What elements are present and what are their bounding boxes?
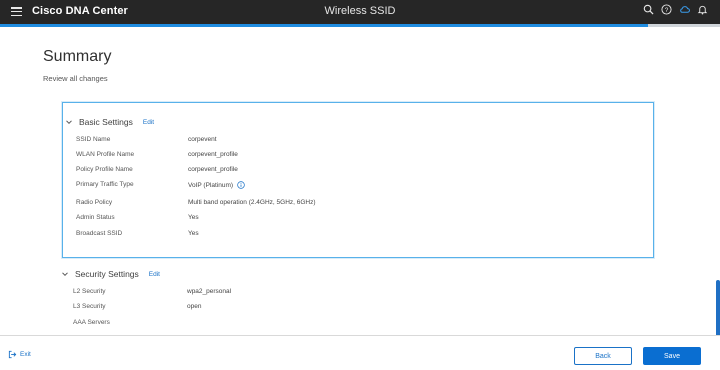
radio-policy-value: Multi band operation (2.4GHz, 5GHz, 6GHz… — [188, 199, 316, 206]
admin-status-value: Yes — [188, 214, 199, 221]
page-heading: Wireless SSID — [324, 5, 396, 17]
broadcast-ssid-value: Yes — [188, 230, 199, 237]
radio-policy-label: Radio Policy — [76, 199, 113, 206]
broadcast-ssid-label: Broadcast SSID — [76, 230, 123, 237]
save-button[interactable]: Save — [643, 347, 701, 365]
policy-profile-name-value: corpevent_profile — [188, 166, 238, 173]
progress-bar-fill — [0, 24, 648, 27]
back-button[interactable]: Back — [574, 347, 632, 365]
security-settings-header: Security Settings Edit — [61, 269, 160, 279]
exit-link[interactable]: Exit — [8, 350, 31, 359]
l3-security-value: open — [187, 303, 202, 310]
page-title: Summary — [43, 48, 112, 65]
aaa-servers-label: AAA Servers — [73, 319, 110, 326]
header-icons: ? — [643, 4, 708, 15]
svg-text:?: ? — [665, 7, 669, 14]
ssid-name-value: corpevent — [188, 136, 217, 143]
l2-security-label: L2 Security — [73, 288, 106, 295]
basic-settings-edit-link[interactable]: Edit — [143, 119, 154, 126]
page-subtitle: Review all changes — [43, 74, 108, 83]
top-bar: Cisco DNA Center Wireless SSID ? — [0, 0, 720, 24]
chevron-down-icon[interactable] — [61, 270, 69, 278]
exit-label: Exit — [20, 351, 31, 358]
info-icon[interactable] — [237, 181, 245, 189]
l3-security-label: L3 Security — [73, 303, 106, 310]
primary-traffic-type-text: VoIP (Platinum) — [188, 181, 234, 189]
cloud-icon[interactable] — [679, 4, 690, 15]
wlan-profile-name-label: WLAN Profile Name — [76, 151, 135, 158]
chevron-down-icon[interactable] — [65, 118, 73, 126]
l2-security-value: wpa2_personal — [187, 288, 232, 295]
exit-icon — [8, 350, 17, 359]
basic-settings-label: Basic Settings — [79, 117, 133, 127]
policy-profile-name-label: Policy Profile Name — [76, 166, 133, 173]
ssid-name-label: SSID Name — [76, 136, 111, 143]
admin-status-label: Admin Status — [76, 214, 115, 221]
wlan-profile-name-value: corpevent_profile — [188, 151, 238, 158]
bell-icon[interactable] — [697, 4, 708, 15]
basic-settings-header: Basic Settings Edit — [65, 117, 154, 127]
primary-traffic-type-label: Primary Traffic Type — [76, 181, 134, 188]
progress-bar — [0, 24, 720, 27]
footer-bar: Exit Back Save — [0, 335, 720, 370]
security-settings-edit-link[interactable]: Edit — [149, 271, 160, 278]
primary-traffic-type-value: VoIP (Platinum) — [188, 181, 245, 189]
scrollbar-thumb[interactable] — [716, 280, 720, 342]
security-settings-label: Security Settings — [75, 269, 139, 279]
help-icon[interactable]: ? — [661, 4, 672, 15]
search-icon[interactable] — [643, 4, 654, 15]
